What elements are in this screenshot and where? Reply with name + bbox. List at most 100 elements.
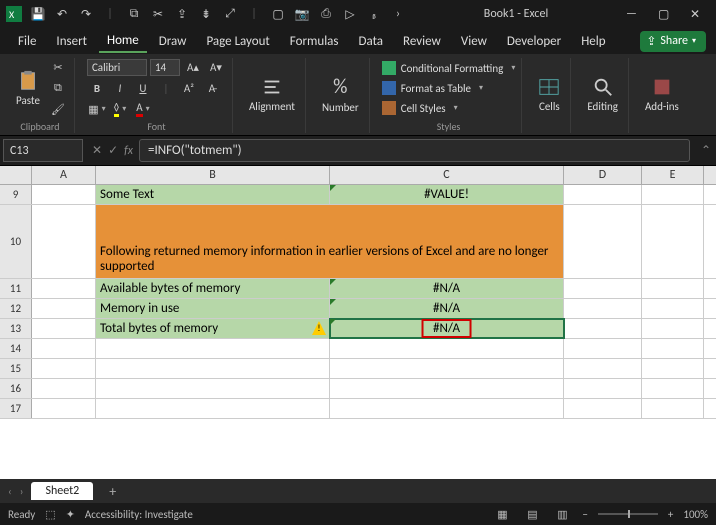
qat-icon-4[interactable]: ⎙ [318, 6, 334, 22]
tab-view[interactable]: View [453, 31, 495, 52]
font-size-select[interactable]: 14 [150, 59, 180, 76]
cell-selected[interactable]: #N/A [330, 319, 564, 338]
cell[interactable] [642, 339, 704, 358]
fx-icon[interactable]: fx [124, 144, 133, 158]
cell[interactable] [564, 205, 642, 278]
formula-bar[interactable]: =INFO("totmem") [139, 139, 690, 162]
cell[interactable] [32, 379, 96, 398]
cell[interactable] [642, 399, 704, 418]
alignment-button[interactable]: Alignment [245, 74, 299, 115]
cell[interactable] [642, 185, 704, 204]
cell[interactable] [32, 319, 96, 338]
font-clear-button[interactable]: A̶ [202, 79, 222, 97]
fill-color-button[interactable]: ◊ [110, 100, 130, 118]
cell[interactable] [642, 279, 704, 298]
tab-formulas[interactable]: Formulas [282, 31, 347, 52]
row-header[interactable]: 14 [0, 339, 32, 358]
cell[interactable] [564, 279, 642, 298]
add-sheet-icon[interactable]: + [101, 483, 124, 500]
row-header[interactable]: 13 [0, 319, 32, 338]
warning-icon[interactable]: ! [312, 321, 326, 335]
cells-button[interactable]: Cells [534, 74, 564, 115]
cell[interactable] [642, 379, 704, 398]
cell[interactable] [564, 339, 642, 358]
row-header[interactable]: 12 [0, 299, 32, 318]
cell[interactable] [642, 359, 704, 378]
next-sheet-icon[interactable]: › [20, 485, 24, 498]
cell[interactable] [564, 299, 642, 318]
cell[interactable]: Memory in use [96, 299, 330, 318]
paste-button[interactable]: Paste [12, 68, 44, 109]
cell[interactable] [32, 279, 96, 298]
cell[interactable]: #N/A [330, 299, 564, 318]
number-button[interactable]: % Number [318, 73, 363, 116]
cell[interactable] [32, 339, 96, 358]
zoom-in-icon[interactable]: + [668, 508, 673, 521]
cell[interactable] [32, 185, 96, 204]
row-header[interactable]: 15 [0, 359, 32, 378]
redo-icon[interactable]: ↷ [78, 6, 94, 22]
font-family-select[interactable]: Calibri [87, 59, 147, 76]
cell[interactable]: Total bytes of memory! [96, 319, 330, 338]
cut-button[interactable]: ✂ [48, 58, 68, 76]
col-header-a[interactable]: A [32, 166, 96, 184]
sheet-tab[interactable]: Sheet2 [31, 482, 93, 500]
qat-more-icon[interactable]: › [390, 6, 406, 22]
accessibility-status[interactable]: Accessibility: Investigate [85, 508, 193, 521]
border-button[interactable]: ▦ [87, 100, 107, 118]
cell[interactable] [330, 339, 564, 358]
cell[interactable]: Available bytes of memory [96, 279, 330, 298]
increase-font-icon[interactable]: A▴ [183, 58, 203, 76]
editing-button[interactable]: Editing [583, 74, 622, 115]
tab-review[interactable]: Review [395, 31, 449, 52]
cell[interactable]: #N/A [330, 279, 564, 298]
tab-draw[interactable]: Draw [151, 31, 195, 52]
row-header[interactable]: 17 [0, 399, 32, 418]
tab-data[interactable]: Data [351, 31, 392, 52]
cell[interactable] [564, 379, 642, 398]
cell[interactable] [330, 359, 564, 378]
copy-button[interactable]: ⧉ [48, 79, 68, 97]
page-break-view-icon[interactable]: ▥ [552, 508, 572, 521]
cell[interactable]: #VALUE! [330, 185, 564, 204]
copy-icon[interactable]: ⧉ [126, 6, 142, 22]
conditional-formatting-button[interactable]: Conditional Formatting [382, 60, 516, 76]
prev-sheet-icon[interactable]: ‹ [8, 485, 12, 498]
cell[interactable] [564, 399, 642, 418]
qat-icon-2[interactable]: ⇟ [198, 6, 214, 22]
row-header[interactable]: 10 [0, 205, 32, 278]
name-box[interactable]: C13 [3, 139, 83, 162]
tab-file[interactable]: File [10, 31, 44, 52]
addins-button[interactable]: Add-ins [641, 74, 683, 115]
cell[interactable] [564, 319, 642, 338]
qat-icon-3[interactable]: ⤢ [222, 6, 238, 22]
new-icon[interactable]: ▢ [270, 6, 286, 22]
cell[interactable] [96, 359, 330, 378]
col-header-b[interactable]: B [96, 166, 330, 184]
camera-icon[interactable]: 📷 [294, 6, 310, 22]
row-header[interactable]: 9 [0, 185, 32, 204]
underline-button[interactable]: U [133, 79, 153, 97]
cancel-formula-icon[interactable]: ✕ [92, 143, 102, 158]
cell[interactable] [642, 299, 704, 318]
enter-formula-icon[interactable]: ✓ [108, 143, 118, 158]
cell[interactable] [642, 319, 704, 338]
cell[interactable] [564, 185, 642, 204]
save-icon[interactable]: 💾 [30, 6, 46, 22]
minimize-icon[interactable]: — [626, 7, 640, 22]
share-button[interactable]: ⇪Share▾ [640, 31, 706, 52]
cell[interactable] [96, 399, 330, 418]
cell[interactable] [564, 359, 642, 378]
cell[interactable] [642, 205, 704, 278]
cell[interactable] [32, 299, 96, 318]
expand-formula-bar-icon[interactable]: ⌃ [696, 136, 716, 165]
tab-developer[interactable]: Developer [499, 31, 569, 52]
row-header[interactable]: 16 [0, 379, 32, 398]
maximize-icon[interactable]: ▢ [658, 7, 672, 22]
zoom-level[interactable]: 100% [683, 508, 708, 521]
accessibility-icon[interactable]: ✦ [66, 508, 75, 521]
macro-record-icon[interactable]: ⬚ [45, 508, 55, 521]
format-painter-button[interactable]: 🖌 [48, 100, 68, 118]
cell[interactable] [330, 399, 564, 418]
tab-page-layout[interactable]: Page Layout [198, 31, 277, 52]
